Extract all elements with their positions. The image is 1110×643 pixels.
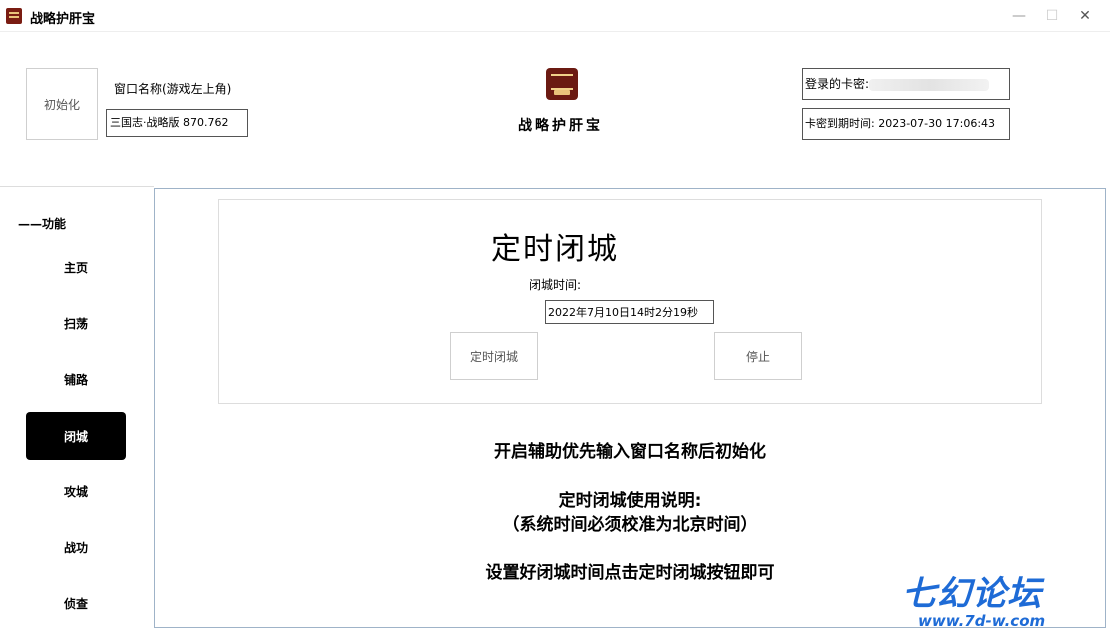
close-time-label: 闭城时间: [528, 278, 582, 292]
header-divider [0, 186, 154, 187]
close-time-input[interactable] [545, 300, 714, 324]
watermark-url: www.7d-w.com [918, 612, 1046, 630]
card-expiry-display: 卡密到期时间: 2023-07-30 17:06:43 [802, 108, 1010, 140]
brand-name: 战略护肝宝 [518, 118, 603, 134]
close-icon[interactable]: ✕ [1074, 6, 1096, 26]
sidebar-item-pave-road[interactable]: 铺路 [26, 355, 126, 403]
initialize-button[interactable]: 初始化 [26, 68, 98, 140]
app-logo-icon [6, 8, 22, 24]
sidebar-item-scout[interactable]: 侦查 [26, 579, 126, 627]
instruction-usage-title: 定时闭城使用说明: [558, 491, 702, 511]
stop-button[interactable]: 停止 [714, 332, 802, 380]
instruction-init: 开启辅助优先输入窗口名称后初始化 [494, 442, 766, 462]
redacted-card-key [869, 78, 990, 91]
card-key-label: 登录的卡密: [805, 77, 870, 91]
instruction-time-note: （系统时间必须校准为北京时间） [502, 515, 758, 535]
window-title: 战略护肝宝 [30, 12, 96, 27]
brand-logo-icon [546, 68, 578, 100]
watermark-logo: 七幻论坛 [902, 574, 1042, 614]
minimize-icon[interactable]: — [1008, 6, 1030, 26]
title-divider [0, 31, 1110, 32]
maximize-icon[interactable]: ☐ [1041, 6, 1063, 26]
window-name-input[interactable]: 三国志·战略版 870.762 [106, 109, 248, 137]
sidebar-item-merit[interactable]: 战功 [26, 523, 126, 571]
window-name-label: 窗口名称(游戏左上角) [114, 82, 232, 96]
sidebar-item-siege[interactable]: 攻城 [26, 467, 126, 515]
title-bar: 战略护肝宝 — ☐ ✕ [0, 0, 1110, 32]
timed-close-button[interactable]: 定时闭城 [450, 332, 538, 380]
page-title: 定时闭城 [491, 232, 619, 267]
card-key-display: 登录的卡密: [802, 68, 1010, 100]
sidebar-item-close-city[interactable]: 闭城 [26, 412, 126, 460]
sidebar-item-sweep[interactable]: 扫荡 [26, 299, 126, 347]
